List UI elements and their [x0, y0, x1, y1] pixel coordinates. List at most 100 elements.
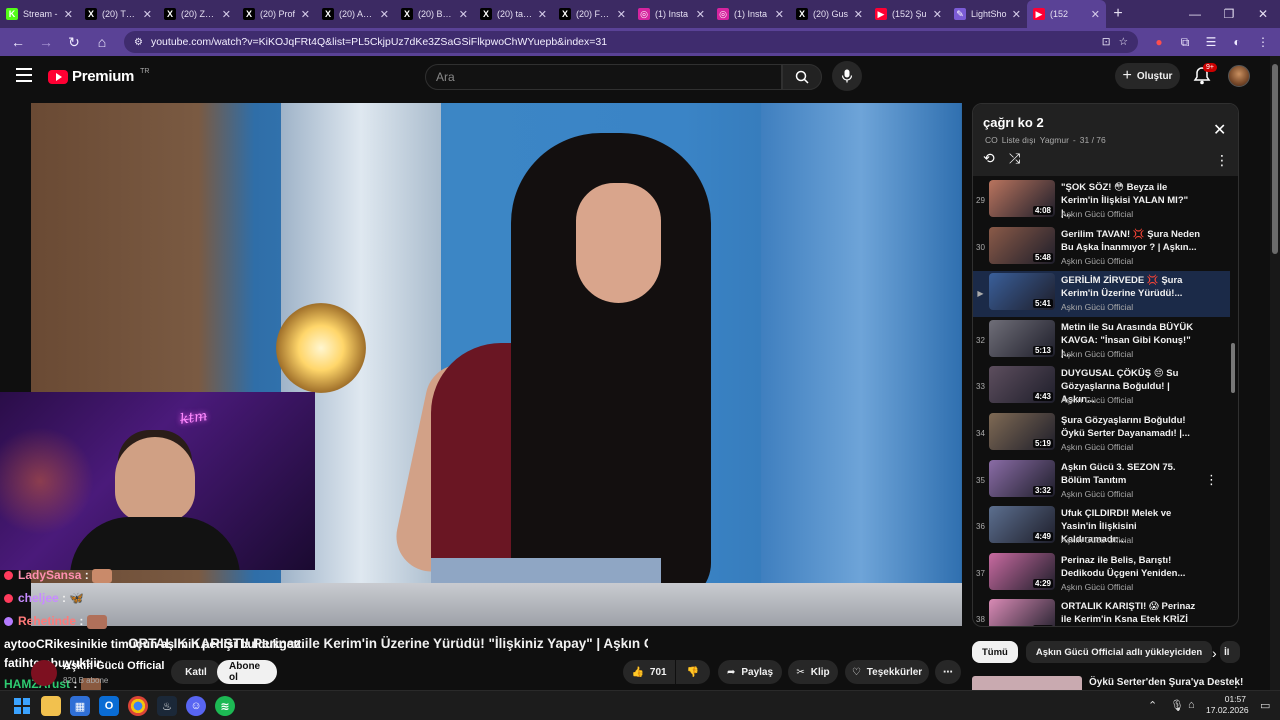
browser-tab[interactable]: X (20) Türk ✕: [79, 0, 158, 28]
playlist-item[interactable]: 32 5:13 Metin ile Su Arasında BÜYÜK KAVGA:…: [973, 318, 1230, 364]
browser-tab[interactable]: ◎ (1) Insta ✕: [632, 0, 711, 28]
file-explorer-icon[interactable]: [41, 696, 61, 716]
related-video[interactable]: Öykü Serter'den Şura'ya Destek! ⋮: [972, 676, 1243, 690]
notification-center-icon[interactable]: ▭: [1260, 699, 1270, 712]
reload-icon[interactable]: ↻: [62, 30, 86, 54]
browser-tab[interactable]: X (20) Ance ✕: [316, 0, 395, 28]
create-button[interactable]: + Oluştur: [1115, 63, 1180, 89]
maximize-icon[interactable]: ❐: [1212, 7, 1246, 21]
menu-icon[interactable]: [16, 68, 32, 82]
browser-tab[interactable]: ▶ (152 ✕: [1027, 0, 1106, 28]
profile-icon[interactable]: ◐: [1226, 31, 1248, 53]
url-bar[interactable]: ⚙ youtube.com/watch?v=KiKOJqFRt4Q&list=P…: [124, 31, 1138, 53]
browser-tab[interactable]: X (20) Forz ✕: [553, 0, 632, 28]
browser-tab[interactable]: X (20) tane ✕: [474, 0, 553, 28]
browser-menu-icon[interactable]: ⋮: [1252, 31, 1274, 53]
close-tab-icon[interactable]: ✕: [1091, 8, 1100, 21]
new-tab-icon[interactable]: +: [1106, 5, 1130, 23]
browser-tab[interactable]: X (20) ZAM ✕: [158, 0, 237, 28]
store-icon[interactable]: ▦: [70, 696, 90, 716]
close-tab-icon[interactable]: ✕: [143, 8, 152, 21]
network-icon[interactable]: ⌂: [1188, 699, 1195, 711]
share-button[interactable]: ➦ Paylaş: [718, 660, 782, 684]
playlist-item[interactable]: 33 4:43 DUYGUSAL ÇÖKÜŞ 😔 Su Gözyaşlarına B…: [973, 364, 1230, 410]
playlist-item[interactable]: 30 5:48 Gerilim TAVAN! 💢 Şura Neden Bu Aşk…: [973, 225, 1230, 271]
like-button[interactable]: 👍 701: [623, 660, 675, 684]
channel-avatar[interactable]: [31, 660, 57, 686]
extension-icon[interactable]: ●: [1148, 31, 1170, 53]
account-avatar[interactable]: [1228, 65, 1250, 87]
voice-search-button[interactable]: [832, 61, 862, 91]
bookmark-star-icon[interactable]: ☆: [1119, 36, 1128, 48]
close-tab-icon[interactable]: ✕: [64, 8, 73, 21]
playlist-scrollbar[interactable]: [1231, 178, 1235, 624]
loop-icon[interactable]: ⟲: [983, 150, 995, 167]
playlist-item[interactable]: 29 4:08 "ŞOK SÖZ! 😳 Beyza ile Kerim'in İli…: [973, 178, 1230, 224]
shuffle-icon[interactable]: ⤮: [1009, 150, 1020, 167]
dislike-button[interactable]: 👎: [676, 660, 710, 684]
windows-start-icon[interactable]: [12, 696, 32, 716]
forward-icon[interactable]: →: [34, 30, 58, 54]
playlist-owner[interactable]: Yagmur: [1040, 135, 1069, 145]
spotify-icon[interactable]: ≋: [215, 696, 235, 716]
playlist-title[interactable]: çağrı ko 2: [983, 115, 1044, 130]
discord-icon[interactable]: ☺: [186, 696, 206, 716]
taskbar-clock[interactable]: 01:57 17.02.2026: [1206, 694, 1249, 716]
subscribe-button[interactable]: Abone ol: [217, 660, 277, 684]
close-tab-icon[interactable]: ✕: [933, 8, 942, 21]
home-icon[interactable]: ⌂: [90, 30, 114, 54]
search-input[interactable]: Ara: [425, 64, 782, 90]
close-tab-icon[interactable]: ✕: [301, 8, 310, 21]
playlist-item[interactable]: 37 4:29 Perinaz ile Belis, Barıştı! Dediko…: [973, 551, 1230, 597]
browser-tab[interactable]: X (20) Gus ✕: [790, 0, 869, 28]
tray-chevron-icon[interactable]: ⌃: [1148, 699, 1157, 712]
chevron-right-icon[interactable]: ›: [1212, 645, 1217, 661]
close-window-icon[interactable]: ✕: [1246, 7, 1280, 21]
close-tab-icon[interactable]: ✕: [380, 8, 389, 21]
close-tab-icon[interactable]: ✕: [222, 8, 231, 21]
clip-button[interactable]: ✂ Klip: [788, 660, 838, 684]
close-tab-icon[interactable]: ✕: [538, 8, 547, 21]
close-tab-icon[interactable]: ✕: [459, 8, 468, 21]
close-playlist-icon[interactable]: ✕: [1213, 120, 1226, 140]
browser-tab[interactable]: X (20) BPT ✕: [395, 0, 474, 28]
chrome-icon[interactable]: [128, 696, 148, 716]
close-tab-icon[interactable]: ✕: [696, 8, 705, 21]
join-button[interactable]: Katıl: [171, 660, 221, 684]
playlist-item[interactable]: 35 3:32 Aşkın Gücü 3. SEZON 75. Bölüm Tanı…: [973, 458, 1230, 504]
close-tab-icon[interactable]: ✕: [617, 8, 626, 21]
close-tab-icon[interactable]: ✕: [1012, 8, 1021, 21]
back-icon[interactable]: ←: [6, 30, 30, 54]
item-menu-icon[interactable]: ⋮: [1205, 472, 1218, 488]
chip-all[interactable]: Tümü: [972, 641, 1018, 663]
channel-name[interactable]: Aşkın Gücü Official: [63, 660, 164, 672]
playlist-item[interactable]: 34 5:19 Şura Gözyaşlarını Boğuldu! Öykü Se…: [973, 411, 1230, 457]
close-tab-icon[interactable]: ✕: [854, 8, 863, 21]
more-actions-button[interactable]: ⋯: [935, 660, 961, 684]
browser-tab[interactable]: X (20) Prof ✕: [237, 0, 316, 28]
steam-icon[interactable]: ♨: [157, 696, 177, 716]
browser-tab[interactable]: ✎ LightSho ✕: [948, 0, 1027, 28]
page-scroll-thumb[interactable]: [1272, 64, 1278, 254]
reading-list-icon[interactable]: ☰: [1200, 31, 1222, 53]
page-scrollbar[interactable]: [1270, 56, 1280, 690]
install-app-icon[interactable]: ⊡: [1102, 36, 1111, 48]
browser-tab[interactable]: K Stream - ✕: [0, 0, 79, 28]
browser-tab[interactable]: ▶ (152) Şu ✕: [869, 0, 948, 28]
site-info-icon[interactable]: ⚙: [134, 37, 143, 48]
youtube-logo[interactable]: Premium TR: [48, 68, 149, 85]
microphone-tray-icon[interactable]: 🎙: [1170, 699, 1184, 712]
related-video-more-icon[interactable]: ⋮: [1230, 676, 1242, 690]
outlook-icon[interactable]: O: [99, 696, 119, 716]
playlist-more-icon[interactable]: ⋮: [1215, 152, 1229, 169]
close-tab-icon[interactable]: ✕: [775, 8, 784, 21]
thanks-button[interactable]: ♡ Teşekkürler: [845, 660, 929, 684]
playlist-item[interactable]: ▶ 5:41 GERİLİM ZİRVEDE 💢 Şura Kerim'in Üze…: [973, 271, 1230, 318]
playlist-item[interactable]: 38 4:00 ORTALIK KARIŞTI! 😱 Perinaz ile Ker…: [973, 597, 1230, 626]
chip-from-uploader[interactable]: Aşkın Gücü Official adlı yükleyiciden: [1025, 641, 1213, 663]
minimize-icon[interactable]: —: [1178, 7, 1212, 21]
browser-tab[interactable]: ◎ (1) Insta ✕: [711, 0, 790, 28]
search-button[interactable]: [782, 64, 822, 90]
playlist-scroll-thumb[interactable]: [1231, 343, 1235, 393]
extensions-puzzle-icon[interactable]: ⧉: [1174, 31, 1196, 53]
